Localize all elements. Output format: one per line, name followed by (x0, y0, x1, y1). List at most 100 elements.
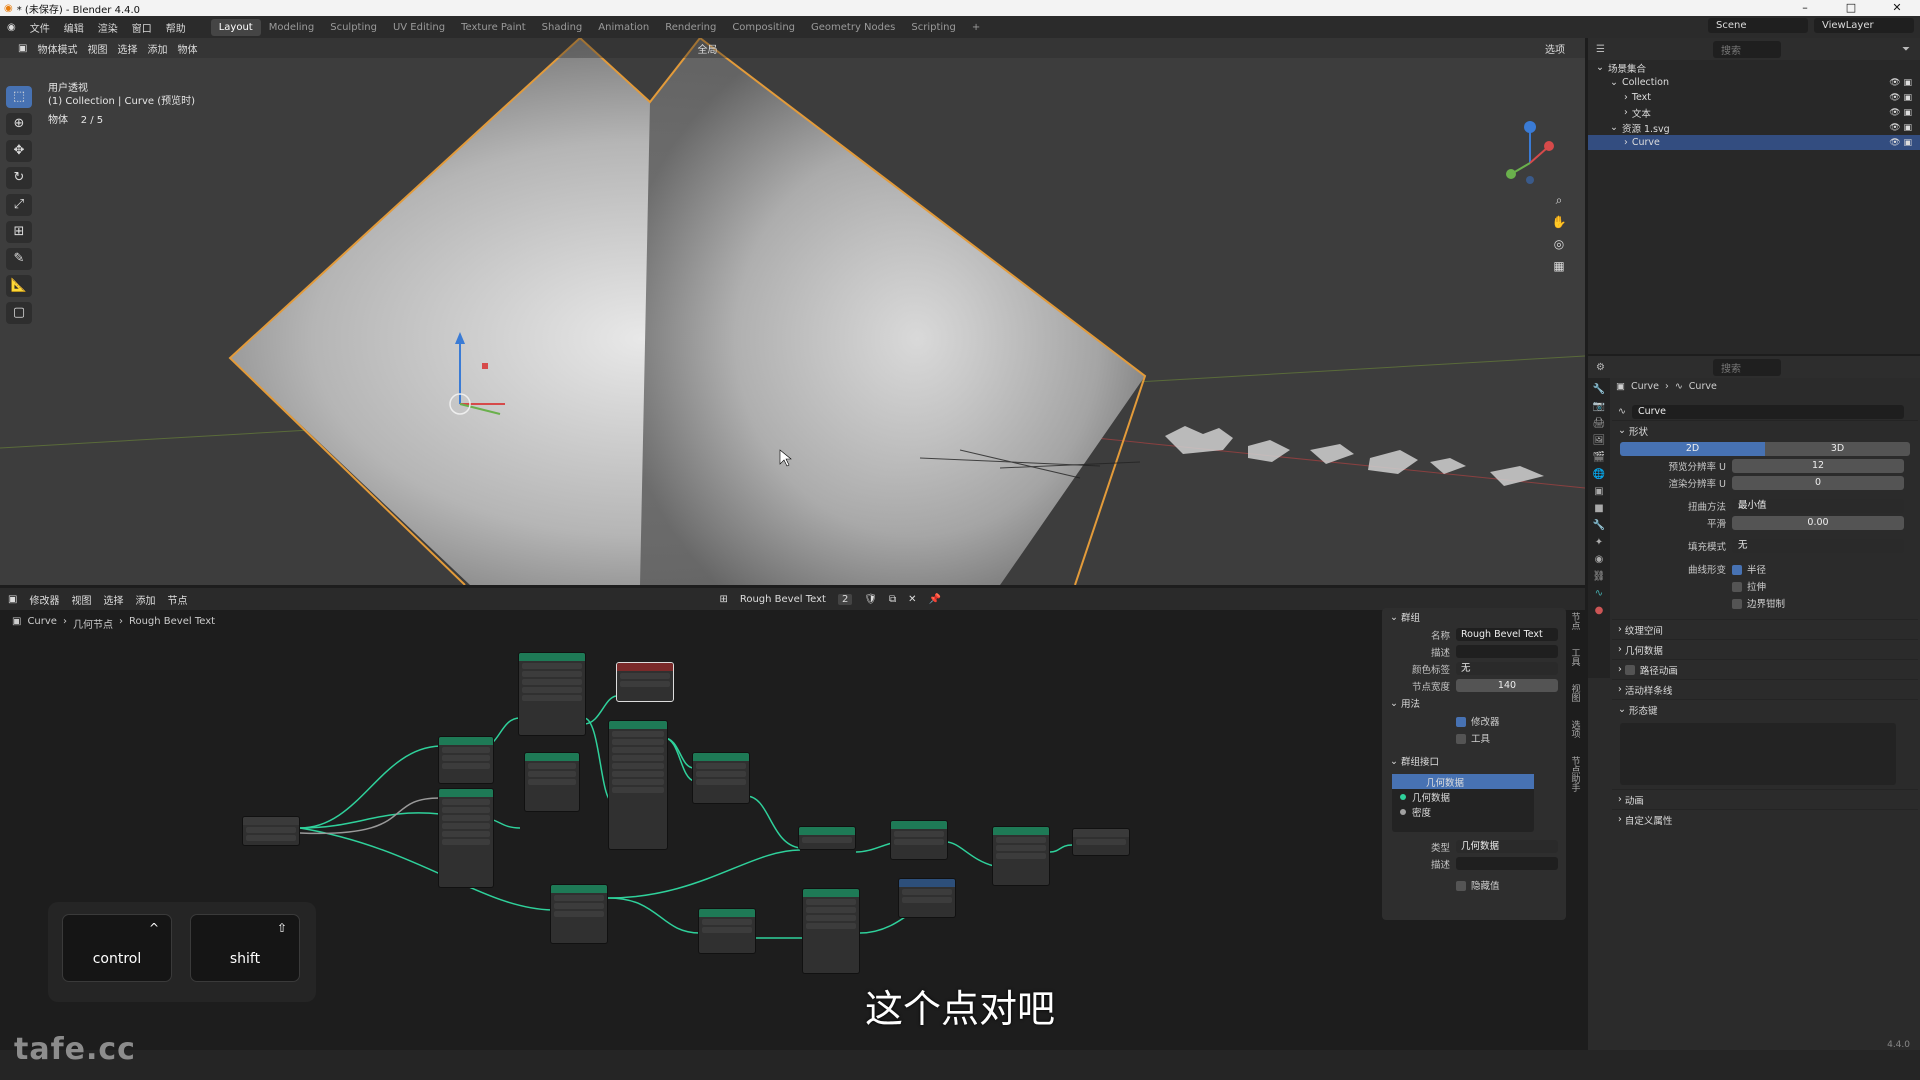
expand-arrow-icon[interactable]: › (1624, 137, 1628, 148)
custom-props-section[interactable]: › 自定义属性 (1612, 809, 1918, 829)
outliner-editor-icon[interactable]: ☰ (1596, 44, 1605, 55)
outliner-row[interactable]: › Text 👁 ▣ (1588, 90, 1920, 105)
tool-tab-icon[interactable]: 🔧 (1593, 384, 1605, 395)
outliner-row[interactable]: ⌄ Collection 👁 ▣ (1588, 75, 1920, 90)
world-tab-icon[interactable]: 🌐 (1593, 469, 1605, 480)
node-a[interactable] (438, 736, 494, 784)
interface-item-geometry-out[interactable]: 几何数据 (1392, 774, 1534, 789)
menu-edit[interactable]: 编辑 (57, 20, 91, 35)
tab-modeling[interactable]: Modeling (261, 19, 323, 36)
output-tab-icon[interactable]: 🖨 (1593, 418, 1606, 429)
resolution-render-field[interactable]: 0 (1732, 475, 1904, 490)
tab-options[interactable]: 选项 (1569, 720, 1582, 738)
node-i[interactable] (992, 826, 1050, 886)
tab-animation[interactable]: Animation (590, 19, 657, 36)
interface-head[interactable]: ⌄ 群组接口 (1382, 752, 1566, 770)
visibility-eye-icon[interactable]: 👁 ▣ (1889, 78, 1912, 88)
texture-space-section[interactable]: › 纹理空间 (1612, 619, 1918, 639)
tab-sculpting[interactable]: Sculpting (322, 19, 385, 36)
filter-icon[interactable]: ⏷ (1902, 44, 1910, 55)
node-l[interactable] (802, 888, 860, 974)
pan-hand-icon[interactable]: ✋ (1549, 212, 1569, 232)
shape-section-header[interactable]: ⌄ 形状 (1612, 420, 1918, 440)
navigation-gizmo[interactable]: ⌕ ✋ ◎ ▦ (1485, 118, 1575, 288)
scale-tool-icon[interactable]: ⤢ (6, 194, 32, 216)
tab-uv-editing[interactable]: UV Editing (385, 19, 453, 36)
tab-tool[interactable]: 工具 (1569, 648, 1582, 666)
move-tool-icon[interactable]: ✥ (6, 140, 32, 162)
group-output-node[interactable] (1072, 828, 1130, 856)
menu-file[interactable]: 文件 (23, 20, 57, 35)
node-selected[interactable] (616, 662, 674, 702)
deform-radius-checkbox[interactable]: 半径 (1732, 562, 1766, 576)
checkbox-unchecked-icon[interactable] (1624, 664, 1635, 675)
menu-render[interactable]: 渲染 (91, 20, 125, 35)
maximize-button[interactable]: □ (1828, 0, 1874, 16)
transform-tool-icon[interactable]: ⊞ (6, 221, 32, 243)
group-desc-field[interactable] (1456, 645, 1558, 658)
add-cube-tool-icon[interactable]: ▢ (6, 302, 32, 324)
viewport-menu-view[interactable]: 视图 (87, 41, 107, 56)
annotate-tool-icon[interactable]: ✎ (6, 248, 32, 270)
transform-orientation-selector[interactable]: 全局 (697, 41, 717, 56)
twist-method-select[interactable]: 最小值 (1732, 498, 1904, 513)
geometry-section[interactable]: › 几何数据 (1612, 639, 1918, 659)
particles-tab-icon[interactable]: ✦ (1595, 537, 1603, 548)
expand-arrow-icon[interactable]: ⌄ (1610, 122, 1618, 133)
mode-selector[interactable]: 物体模式 (37, 41, 77, 56)
interface-type-select[interactable]: 几何数据 (1456, 840, 1558, 853)
viewport-menu-add[interactable]: 添加 (147, 41, 167, 56)
shape-keys-list[interactable] (1620, 723, 1896, 785)
group-name-field[interactable]: Rough Bevel Text (1456, 628, 1558, 641)
render-tab-icon[interactable]: 📷 (1593, 401, 1605, 412)
interface-item-geometry-in[interactable]: 几何数据 (1392, 789, 1534, 804)
shape-keys-section[interactable]: ⌄ 形态键 (1612, 699, 1918, 719)
usage-modifier-checkbox[interactable]: 修改器 (1456, 714, 1500, 728)
deform-stretch-checkbox[interactable]: 拉伸 (1732, 579, 1766, 593)
viewport-options-button[interactable]: 选项 (1545, 41, 1565, 56)
axis-gizmo-icon[interactable] (1485, 118, 1575, 198)
expand-arrow-icon[interactable]: › (1624, 92, 1628, 103)
tab-geometry-nodes[interactable]: Geometry Nodes (803, 19, 903, 36)
tab-layout[interactable]: Layout (210, 18, 261, 36)
group-color-select[interactable]: 无 (1456, 662, 1558, 675)
dim-3d-button[interactable]: 3D (1765, 441, 1910, 456)
tab-scripting[interactable]: Scripting (903, 19, 963, 36)
deform-clamp-checkbox[interactable]: 边界钳制 (1732, 596, 1785, 610)
add-workspace-icon[interactable]: + (964, 19, 988, 36)
node-m[interactable] (898, 878, 956, 918)
constraints-tab-icon[interactable]: ⛓ (1593, 571, 1606, 582)
material-tab-icon[interactable]: ● (1595, 605, 1604, 616)
outliner-search-field[interactable]: 搜索 (1712, 40, 1781, 58)
visibility-eye-icon[interactable]: 👁 ▣ (1889, 138, 1912, 148)
animation-section[interactable]: › 动画 (1612, 789, 1918, 809)
node-h[interactable] (890, 820, 948, 860)
node-g[interactable] (798, 826, 856, 850)
properties-editor-icon[interactable]: ⚙ (1596, 362, 1605, 373)
expand-arrow-icon[interactable]: › (1624, 107, 1628, 118)
view-layer-selector[interactable]: ViewLayer (1814, 18, 1914, 33)
interface-item-density[interactable]: 密度 (1392, 804, 1534, 819)
datablock-name-field[interactable]: Curve (1631, 404, 1904, 419)
fill-mode-select[interactable]: 无 (1732, 538, 1904, 553)
rotate-tool-icon[interactable]: ↻ (6, 167, 32, 189)
tab-node-helper[interactable]: 节点助手 (1569, 756, 1582, 792)
node-c[interactable] (518, 652, 586, 736)
view-layer-tab-icon[interactable]: 🖼 (1593, 435, 1606, 446)
scene-selector[interactable]: Scene (1708, 18, 1808, 33)
outliner-row[interactable]: › Curve 👁 ▣ (1588, 135, 1920, 150)
minimize-button[interactable]: – (1782, 0, 1828, 16)
viewport-menu-select[interactable]: 选择 (117, 41, 137, 56)
interface-desc-field[interactable] (1456, 857, 1558, 870)
node-e[interactable] (608, 720, 668, 850)
active-spline-section[interactable]: › 活动样条线 (1612, 679, 1918, 699)
visibility-eye-icon[interactable]: 👁 ▣ (1889, 93, 1912, 103)
menu-window[interactable]: 窗口 (125, 20, 159, 35)
interface-list[interactable]: 几何数据 几何数据 密度 (1392, 774, 1534, 832)
ortho-grid-icon[interactable]: ▦ (1549, 256, 1569, 276)
tab-compositing[interactable]: Compositing (724, 19, 803, 36)
data-tab-icon[interactable]: ∿ (1595, 588, 1603, 599)
close-button[interactable]: ✕ (1874, 0, 1920, 16)
tab-texture-paint[interactable]: Texture Paint (453, 19, 534, 36)
node-j[interactable] (550, 884, 608, 944)
